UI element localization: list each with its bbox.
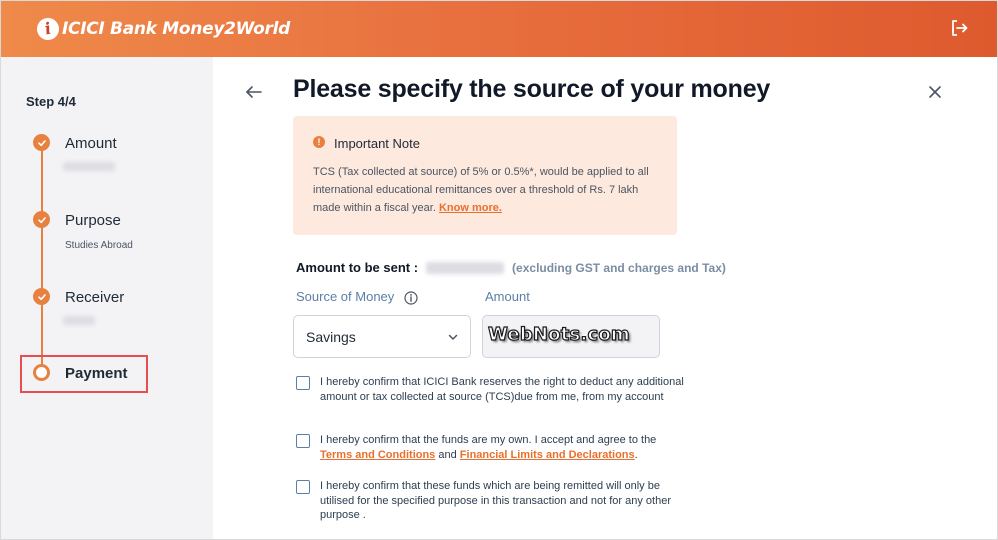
amount-field-label: Amount xyxy=(485,289,530,304)
note-title: Important Note xyxy=(334,136,420,151)
back-arrow-icon[interactable] xyxy=(245,83,263,101)
note-body: TCS (Tax collected at source) of 5% or 0… xyxy=(313,163,663,217)
source-value: Savings xyxy=(306,328,356,345)
step-counter: Step 4/4 xyxy=(26,94,76,109)
know-more-link[interactable]: Know more. xyxy=(439,202,502,214)
check-icon xyxy=(33,211,50,228)
amount-label: Amount to be sent : xyxy=(296,260,419,275)
alert-icon: ! xyxy=(313,136,325,148)
top-header: i ICICI Bank Money2World xyxy=(1,1,997,57)
step-label: Amount xyxy=(65,135,117,152)
confirm-funds-prefix: I hereby confirm that the funds are my o… xyxy=(320,434,657,446)
app-window: i ICICI Bank Money2World Step 4/4 Amount… xyxy=(0,0,998,540)
bank-logo[interactable]: i ICICI Bank Money2World xyxy=(34,14,291,44)
logout-icon[interactable] xyxy=(949,18,969,38)
step-sub: Studies Abroad xyxy=(65,240,133,251)
step-label: Receiver xyxy=(65,289,125,306)
amount-to-send: Amount to be sent : (excluding GST and c… xyxy=(296,260,726,275)
confirm-tcs-checkbox[interactable] xyxy=(296,376,310,390)
step-sidebar: Step 4/4 Amount Purpose Studies Abroad R… xyxy=(1,57,213,539)
redacted-value xyxy=(63,162,115,171)
step-label: Purpose xyxy=(65,212,121,229)
check-icon xyxy=(33,288,50,305)
step-highlight-box xyxy=(20,355,148,393)
terms-link[interactable]: Terms and Conditions xyxy=(320,449,435,461)
confirm-purpose-checkbox[interactable] xyxy=(296,480,310,494)
financial-limits-link[interactable]: Financial Limits and Declarations xyxy=(460,449,635,461)
logo-text: ICICI Bank Money2World xyxy=(62,19,291,39)
period-text: . xyxy=(634,448,638,461)
page-title: Please specify the source of your money xyxy=(293,75,771,103)
redacted-value xyxy=(63,316,95,325)
source-label: Source of Money xyxy=(296,289,395,304)
progress-track xyxy=(41,141,43,371)
source-select[interactable]: Savings xyxy=(293,315,471,358)
close-icon[interactable] xyxy=(927,84,943,100)
confirm-tcs-text: I hereby confirm that ICICI Bank reserve… xyxy=(320,376,684,403)
check-icon xyxy=(33,134,50,151)
confirm-funds-text: I hereby confirm that the funds are my o… xyxy=(320,433,690,462)
amount-note: (excluding GST and charges and Tax) xyxy=(512,260,726,275)
logo-mark-icon: i xyxy=(34,15,62,43)
and-text: and xyxy=(438,448,457,461)
important-note: ! Important Note TCS (Tax collected at s… xyxy=(293,116,677,235)
confirm-funds-checkbox[interactable] xyxy=(296,434,310,448)
info-icon[interactable] xyxy=(404,291,418,305)
chevron-down-icon xyxy=(448,334,458,340)
redacted-amount xyxy=(426,261,505,274)
watermark: WebNots.com xyxy=(487,323,630,345)
confirm-purpose-text: I hereby confirm that these funds which … xyxy=(320,480,671,521)
